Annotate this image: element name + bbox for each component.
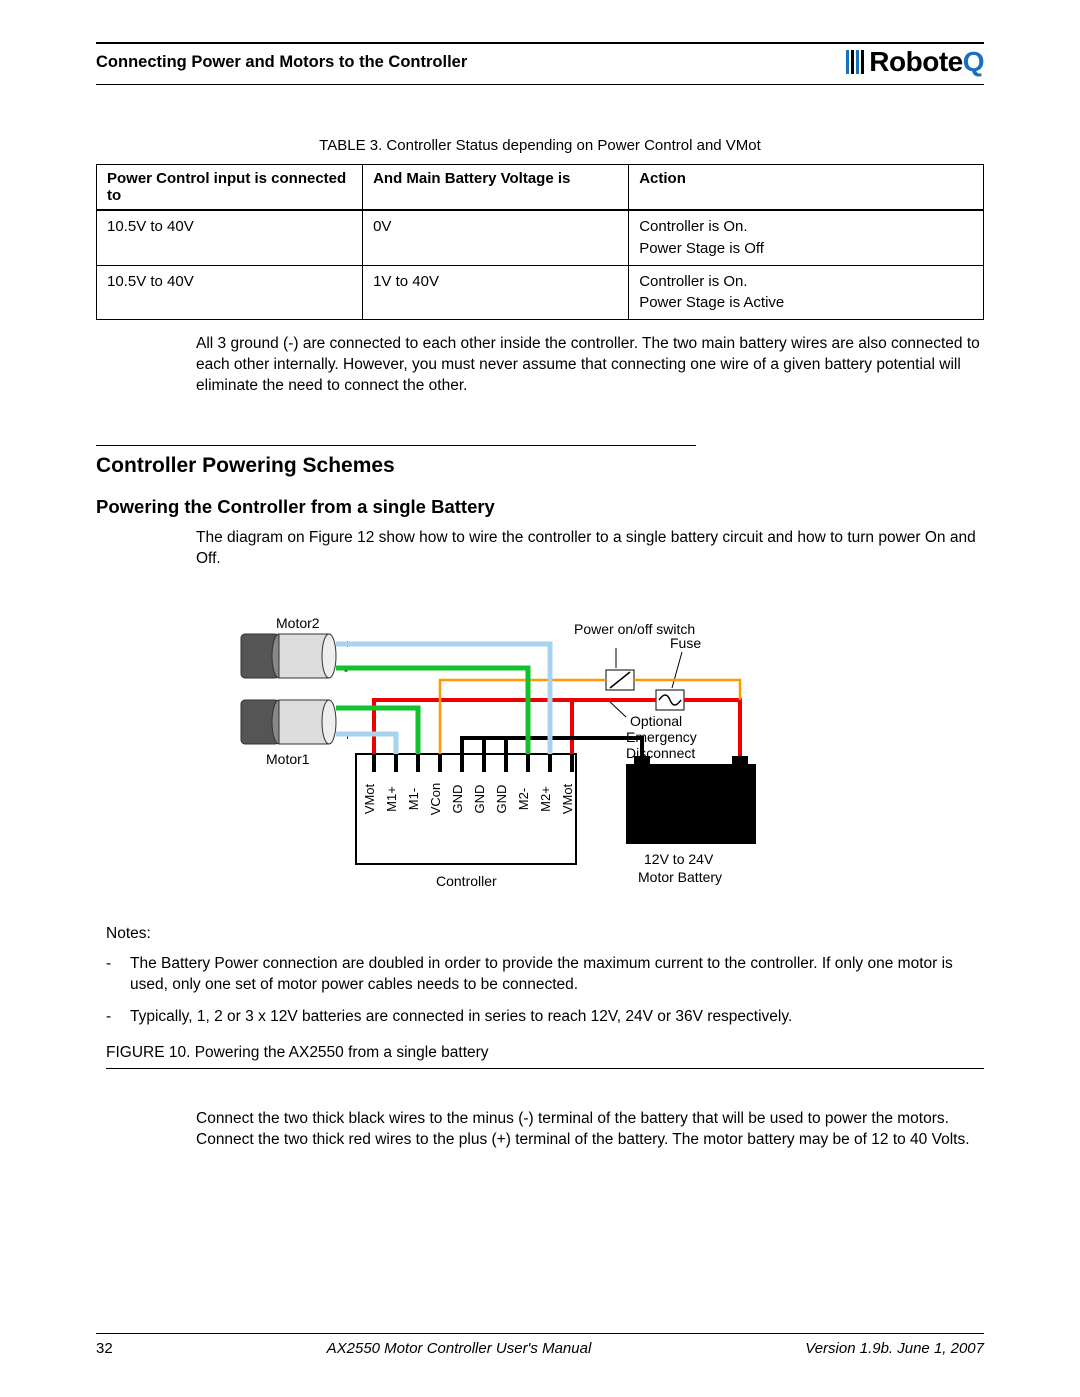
- cell-b: 0V: [363, 210, 629, 265]
- intro-paragraph: The diagram on Figure 12 show how to wir…: [196, 528, 984, 570]
- note-item: - The Battery Power connection are doubl…: [106, 953, 984, 996]
- section-rule: [96, 445, 696, 446]
- svg-text:12V to 24V: 12V to 24V: [644, 851, 714, 867]
- svg-text:GND: GND: [472, 784, 487, 813]
- note-text: The Battery Power connection are doubled…: [130, 953, 984, 996]
- svg-text:Motor2: Motor2: [276, 615, 320, 631]
- table-row: 10.5V to 40V 0V Controller is On.Power S…: [97, 210, 984, 265]
- wiring-diagram: Motor2 + - Motor1 - + VMot M1+ M1- VCon: [96, 604, 984, 919]
- logo-text: RoboteQ: [869, 46, 984, 78]
- notes-label: Notes:: [106, 925, 984, 943]
- logo-bars-icon: [846, 50, 864, 74]
- svg-text:Fuse: Fuse: [670, 635, 701, 651]
- table-header-row: Power Control input is connected to And …: [97, 165, 984, 211]
- section-title: Controller Powering Schemes: [96, 454, 984, 478]
- svg-text:M2-: M2-: [516, 787, 531, 809]
- table-row: 10.5V to 40V 1V to 40V Controller is On.…: [97, 265, 984, 320]
- svg-text:Motor1: Motor1: [266, 751, 310, 767]
- motor1: Motor1 - +: [241, 700, 351, 767]
- th-action: Action: [629, 165, 984, 211]
- svg-text:GND: GND: [450, 784, 465, 813]
- page-footer: 32 AX2550 Motor Controller User's Manual…: [96, 1333, 984, 1357]
- figure-caption: FIGURE 10. Powering the AX2550 from a si…: [106, 1044, 984, 1062]
- svg-text:VCon: VCon: [428, 782, 443, 815]
- cell-a: 10.5V to 40V: [97, 210, 363, 265]
- svg-text:Disconnect: Disconnect: [626, 745, 695, 761]
- status-table: Power Control input is connected to And …: [96, 164, 984, 320]
- svg-text:M1-: M1-: [406, 787, 421, 809]
- cell-c: Controller is On.Power Stage is Active: [629, 265, 984, 320]
- cell-b: 1V to 40V: [363, 265, 629, 320]
- header-title: Connecting Power and Motors to the Contr…: [96, 53, 467, 72]
- page-header: Connecting Power and Motors to the Contr…: [96, 46, 984, 78]
- battery: [626, 764, 756, 844]
- svg-text:M2+: M2+: [538, 786, 553, 812]
- th-main-battery: And Main Battery Voltage is: [363, 165, 629, 211]
- svg-text:Controller: Controller: [436, 873, 497, 889]
- svg-text:M1+: M1+: [384, 786, 399, 812]
- version-text: Version 1.9b. June 1, 2007: [805, 1340, 984, 1357]
- cell-c: Controller is On.Power Stage is Off: [629, 210, 984, 265]
- table-caption: TABLE 3. Controller Status depending on …: [96, 137, 984, 154]
- page-number: 32: [96, 1340, 113, 1357]
- connect-paragraph: Connect the two thick black wires to the…: [196, 1109, 984, 1151]
- header-underline: [96, 84, 984, 85]
- note-text: Typically, 1, 2 or 3 x 12V batteries are…: [130, 1006, 792, 1028]
- ground-note: All 3 ground (-) are connected to each o…: [196, 334, 984, 397]
- th-power-control: Power Control input is connected to: [97, 165, 363, 211]
- note-item: - Typically, 1, 2 or 3 x 12V batteries a…: [106, 1006, 984, 1028]
- svg-text:GND: GND: [494, 784, 509, 813]
- figure-rule: [106, 1068, 984, 1069]
- svg-text:Optional: Optional: [630, 713, 682, 729]
- svg-text:Motor Battery: Motor Battery: [638, 869, 722, 885]
- subsection-title: Powering the Controller from a single Ba…: [96, 496, 984, 518]
- cell-a: 10.5V to 40V: [97, 265, 363, 320]
- svg-text:VMot: VMot: [362, 783, 377, 814]
- roboteq-logo: RoboteQ: [846, 46, 984, 78]
- svg-text:VMot: VMot: [560, 783, 575, 814]
- wire-orange: [440, 680, 606, 754]
- manual-title: AX2550 Motor Controller User's Manual: [327, 1340, 592, 1357]
- motor2: Motor2 + -: [241, 615, 351, 678]
- top-rule-thick: [96, 42, 984, 44]
